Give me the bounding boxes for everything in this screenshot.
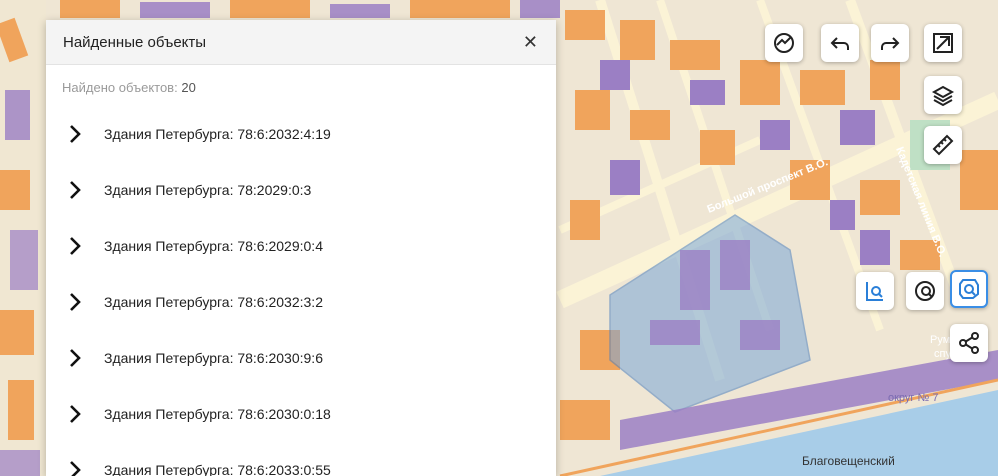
share-icon bbox=[959, 332, 979, 354]
list-item[interactable]: Здания Петербурга: 78:6:2029:0:4 bbox=[46, 218, 556, 274]
undo-arrow-icon bbox=[830, 37, 849, 50]
list-item[interactable]: Здания Петербурга: 78:6:2030:0:18 bbox=[46, 386, 556, 442]
chevron-right-icon bbox=[70, 405, 81, 423]
list-item-label: Здания Петербурга: 78:6:2030:0:18 bbox=[104, 406, 331, 422]
list-item[interactable]: Здания Петербурга: 78:6:2030:9:6 bbox=[46, 330, 556, 386]
undo-button[interactable] bbox=[821, 24, 859, 62]
results-list: Здания Петербурга: 78:6:2032:4:19 Здания… bbox=[46, 106, 556, 476]
stats-button[interactable] bbox=[765, 24, 803, 62]
chevron-right-icon bbox=[70, 237, 81, 255]
circle-search-button[interactable] bbox=[906, 272, 944, 310]
chevron-right-icon bbox=[70, 349, 81, 367]
redo-arrow-icon bbox=[881, 37, 900, 50]
layers-icon bbox=[931, 85, 955, 107]
rect-search-button[interactable] bbox=[856, 272, 894, 310]
list-item-label: Здания Петербурга: 78:6:2030:9:6 bbox=[104, 350, 323, 366]
district-label-okrug: округ № 7 bbox=[888, 392, 939, 404]
list-item-label: Здания Петербурга: 78:6:2029:0:4 bbox=[104, 238, 323, 254]
list-item[interactable]: Здания Петербурга: 78:6:2032:3:2 bbox=[46, 274, 556, 330]
list-item-label: Здания Петербурга: 78:2029:0:3 bbox=[104, 182, 312, 198]
map-left-strip bbox=[0, 0, 46, 476]
share-button[interactable] bbox=[950, 324, 988, 362]
search-results-panel: Найденные объекты ✕ Найдено объектов: 20… bbox=[46, 20, 556, 476]
chevron-right-icon bbox=[70, 181, 81, 199]
list-item-label: Здания Петербурга: 78:6:2033:0:55 bbox=[104, 462, 331, 476]
layers-button[interactable] bbox=[924, 76, 962, 114]
results-count-value: 20 bbox=[181, 80, 196, 95]
ruler-button[interactable] bbox=[924, 126, 962, 164]
polygon-select-icon bbox=[933, 33, 953, 53]
ruler-icon bbox=[932, 134, 954, 156]
close-icon[interactable]: ✕ bbox=[523, 33, 538, 51]
chevron-right-icon bbox=[70, 293, 81, 311]
results-count: Найдено объектов: 20 bbox=[46, 65, 556, 106]
chart-dial-icon bbox=[774, 33, 794, 53]
rect-search-icon bbox=[866, 282, 883, 301]
list-item[interactable]: Здания Петербурга: 78:6:2033:0:55 bbox=[46, 442, 556, 476]
polygon-search-icon bbox=[959, 279, 979, 299]
polygon-select-button[interactable] bbox=[924, 24, 962, 62]
chevron-right-icon bbox=[70, 461, 81, 476]
panel-header: Найденные объекты ✕ bbox=[46, 20, 556, 65]
chevron-right-icon bbox=[70, 125, 81, 143]
panel-title: Найденные объекты bbox=[63, 33, 207, 51]
redo-button[interactable] bbox=[871, 24, 909, 62]
polygon-search-button[interactable] bbox=[950, 270, 988, 308]
list-item[interactable]: Здания Петербурга: 78:2029:0:3 bbox=[46, 162, 556, 218]
list-item-label: Здания Петербурга: 78:6:2032:3:2 bbox=[104, 294, 323, 310]
circle-search-icon bbox=[915, 281, 935, 301]
list-item[interactable]: Здания Петербурга: 78:6:2032:4:19 bbox=[46, 106, 556, 162]
bridge-label: Благовещенский bbox=[802, 454, 895, 468]
list-item-label: Здания Петербурга: 78:6:2032:4:19 bbox=[104, 126, 331, 142]
results-count-label: Найдено объектов: bbox=[62, 80, 178, 95]
